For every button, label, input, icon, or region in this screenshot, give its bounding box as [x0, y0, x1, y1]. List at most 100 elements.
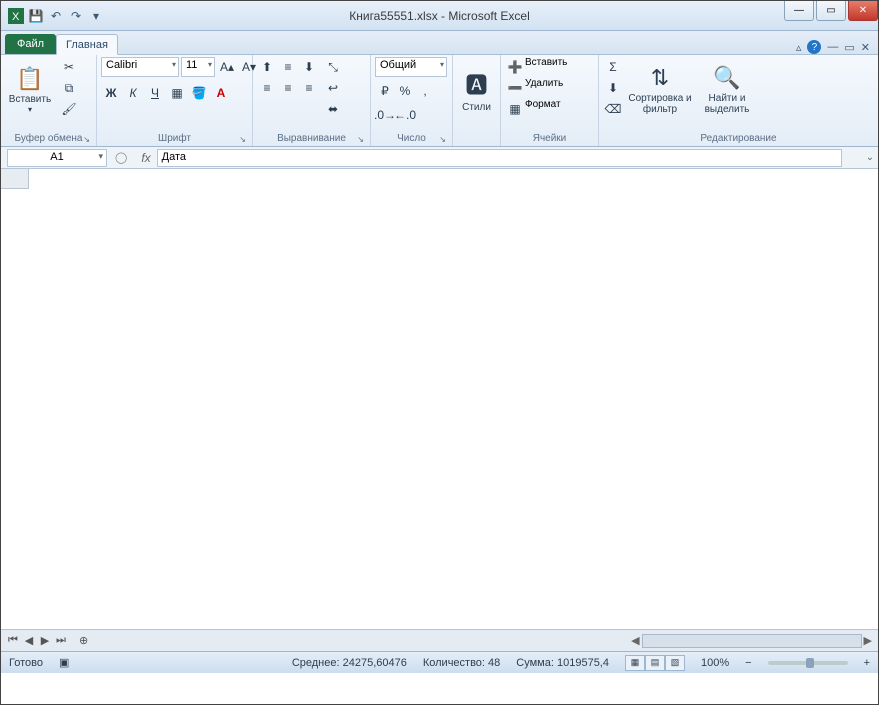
group-alignment-label: Выравнивание [277, 133, 346, 144]
group-editing: Σ ⬇ ⌫ ⇅ Сортировка и фильтр 🔍 Найти и вы… [599, 55, 878, 146]
page-break-view-button[interactable]: ▧ [665, 655, 685, 671]
zoom-level[interactable]: 100% [701, 657, 729, 669]
title-bar: X 💾 ↶ ↷ ▾ Книга55551.xlsx - Microsoft Ex… [1, 1, 878, 31]
fill-button[interactable]: ⬇ [603, 78, 623, 98]
redo-icon[interactable]: ↷ [67, 7, 85, 25]
styles-icon: 🅰 [465, 68, 487, 100]
normal-view-button[interactable]: ▦ [625, 655, 645, 671]
cut-button[interactable]: ✂ [59, 57, 79, 77]
sort-icon: ⇅ [651, 65, 669, 91]
group-styles-label [457, 132, 496, 146]
zoom-in-button[interactable]: + [864, 657, 870, 669]
clear-button[interactable]: ⌫ [603, 99, 623, 119]
number-launcher-icon[interactable]: ↘ [439, 135, 446, 144]
currency-button[interactable]: ₽ [375, 81, 395, 101]
merge-button[interactable]: ⬌ [323, 99, 343, 119]
font-color-button[interactable]: A [211, 83, 231, 103]
wrap-text-button[interactable]: ↩ [323, 78, 343, 98]
qat-more-icon[interactable]: ▾ [87, 7, 105, 25]
window-controls: — ▭ ✕ [782, 1, 878, 21]
zoom-out-button[interactable]: − [745, 657, 751, 669]
ribbon-help-area: ▵ ? — ▭ ✕ [796, 40, 878, 54]
maximize-button[interactable]: ▭ [816, 1, 846, 21]
window-title: Книга55551.xlsx - Microsoft Excel [1, 9, 878, 23]
tab-главная[interactable]: Главная [56, 34, 118, 55]
font-launcher-icon[interactable]: ↘ [239, 135, 246, 144]
workbook-minimize-icon[interactable]: — [827, 41, 838, 53]
minimize-button[interactable]: — [784, 1, 814, 21]
align-right-button[interactable]: ≡ [299, 78, 319, 98]
tab-file[interactable]: Файл [5, 34, 56, 54]
sheet-nav: ⏮ ◀ ▶ ⏭ [1, 634, 73, 647]
sheet-first-icon[interactable]: ⏮ [5, 634, 21, 647]
help-icon[interactable]: ? [807, 40, 821, 54]
align-left-button[interactable]: ≡ [257, 78, 277, 98]
spreadsheet-grid[interactable] [1, 169, 878, 629]
format-painter-button[interactable]: 🖌 [59, 99, 79, 119]
copy-button[interactable]: ⧉ [59, 78, 79, 98]
fill-color-button[interactable]: 🪣 [189, 83, 209, 103]
formula-bar-row: A1 ◯ fx Дата ⌄ [1, 147, 878, 169]
increase-decimal-button[interactable]: .0→ [375, 105, 395, 125]
paste-button[interactable]: 📋 Вставить ▾ [5, 57, 55, 123]
formula-bar-expand-icon[interactable]: ⌄ [862, 152, 878, 163]
horizontal-scrollbar[interactable] [642, 634, 862, 648]
font-size-select[interactable]: 11 [181, 57, 215, 77]
percent-button[interactable]: % [395, 81, 415, 101]
align-middle-button[interactable]: ≡ [278, 57, 298, 77]
ribbon-tabs: Файл Главная ▵ ? — ▭ ✕ [1, 31, 878, 55]
alignment-launcher-icon[interactable]: ↘ [357, 135, 364, 144]
decrease-decimal-button[interactable]: ←.0 [395, 105, 415, 125]
comma-button[interactable]: , [415, 81, 435, 101]
workbook-close-icon[interactable]: ✕ [861, 41, 870, 54]
sort-filter-button[interactable]: ⇅ Сортировка и фильтр [627, 57, 693, 123]
insert-cells-button[interactable]: ➕Вставить [505, 57, 567, 77]
select-all-corner[interactable] [1, 169, 29, 189]
fx-icon[interactable]: fx [141, 151, 150, 165]
find-label: Найти и выделить [697, 93, 757, 115]
zoom-slider[interactable] [768, 661, 848, 665]
sheet-next-icon[interactable]: ▶ [37, 634, 53, 647]
save-icon[interactable]: 💾 [27, 7, 45, 25]
formula-bar[interactable]: Дата [157, 149, 842, 167]
macro-record-icon[interactable]: ▣ [59, 656, 69, 669]
italic-button[interactable]: К [123, 83, 143, 103]
name-box[interactable]: A1 [7, 149, 107, 167]
format-cells-button[interactable]: ▦Формат [505, 99, 561, 119]
align-center-button[interactable]: ≡ [278, 78, 298, 98]
new-sheet-button[interactable]: ⊕ [79, 634, 88, 647]
underline-button[interactable]: Ч [145, 83, 165, 103]
group-alignment: ⬆ ≡ ⬇ ≡ ≡ ≡ ⤡ ↩ ⬌ Выравнивание ↘ [253, 55, 371, 146]
delete-cells-button[interactable]: ➖Удалить [505, 78, 563, 98]
insert-icon: ➕ [505, 57, 525, 77]
close-button[interactable]: ✕ [848, 1, 878, 21]
group-font: Calibri 11 A▴ A▾ Ж К Ч ▦ 🪣 A Шрифт↘ [97, 55, 253, 146]
status-average: Среднее: 24275,60476 [292, 657, 407, 669]
font-name-select[interactable]: Calibri [101, 57, 179, 77]
minimize-ribbon-icon[interactable]: ▵ [796, 41, 802, 54]
group-cells-label: Ячейки [533, 133, 567, 144]
autosum-button[interactable]: Σ [603, 57, 623, 77]
page-layout-view-button[interactable]: ▤ [645, 655, 665, 671]
styles-button[interactable]: 🅰 Стили [457, 57, 496, 123]
bold-button[interactable]: Ж [101, 83, 121, 103]
grow-font-button[interactable]: A▴ [217, 57, 237, 77]
clipboard-launcher-icon[interactable]: ↘ [83, 135, 90, 144]
workbook-restore-icon[interactable]: ▭ [844, 41, 854, 54]
align-top-button[interactable]: ⬆ [257, 57, 277, 77]
align-bottom-button[interactable]: ⬇ [299, 57, 319, 77]
undo-icon[interactable]: ↶ [47, 7, 65, 25]
find-select-button[interactable]: 🔍 Найти и выделить [697, 57, 757, 123]
hscroll-left-icon[interactable]: ◀ [631, 634, 639, 647]
status-ready: Готово [9, 657, 43, 669]
group-font-label: Шрифт [158, 133, 191, 144]
sheet-prev-icon[interactable]: ◀ [21, 634, 37, 647]
border-button[interactable]: ▦ [167, 83, 187, 103]
hscroll-right-icon[interactable]: ▶ [864, 634, 872, 647]
excel-icon: X [7, 7, 25, 25]
sheet-last-icon[interactable]: ⏭ [53, 634, 69, 647]
number-format-select[interactable]: Общий [375, 57, 447, 77]
sort-label: Сортировка и фильтр [627, 93, 693, 115]
orientation-button[interactable]: ⤡ [323, 57, 343, 77]
svg-text:X: X [12, 11, 20, 23]
